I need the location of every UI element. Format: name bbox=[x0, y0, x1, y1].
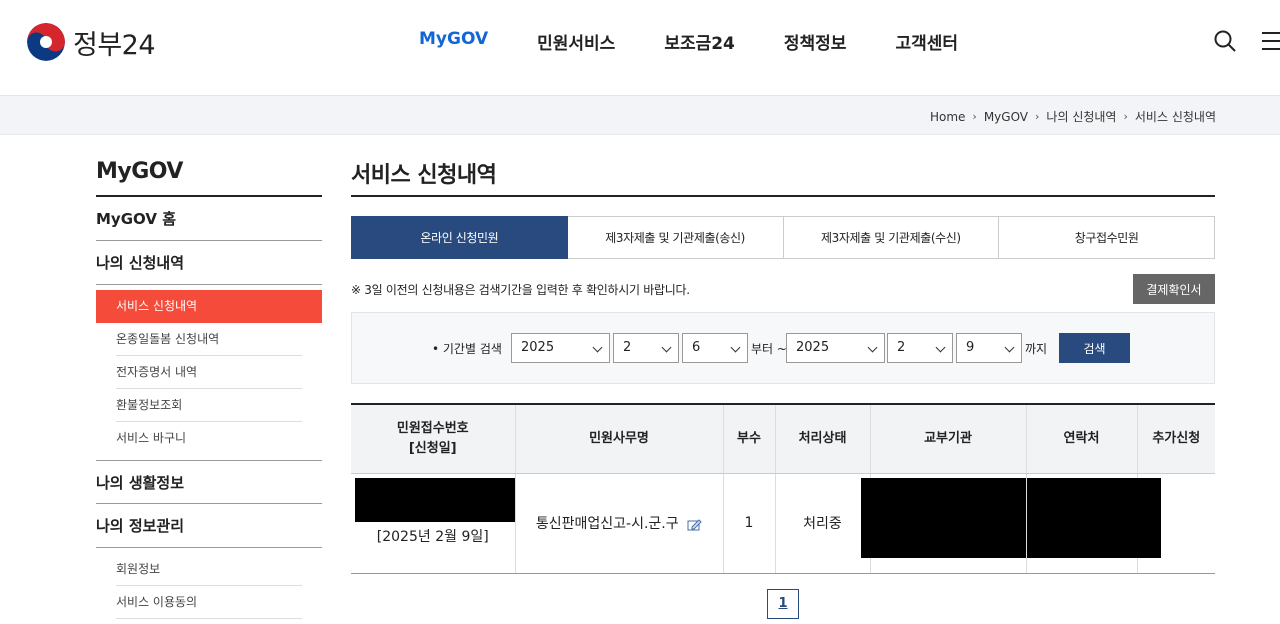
page-title: 서비스 신청내역 bbox=[351, 135, 1215, 197]
tab-counter-applications[interactable]: 창구접수민원 bbox=[999, 216, 1215, 259]
sidebar-submenu-applications: 서비스 신청내역 온종일돌봄 신청내역 전자증명서 내역 환불정보조회 서비스 … bbox=[96, 285, 322, 460]
breadcrumb-band: Home › MyGOV › 나의 신청내역 › 서비스 신청내역 bbox=[0, 96, 1280, 135]
redacted-block bbox=[355, 477, 515, 522]
sidebar-item-service-basket[interactable]: 서비스 바구니 bbox=[96, 422, 322, 455]
sidebar-submenu-info: 회원정보 서비스 이용동의 bbox=[96, 548, 322, 624]
redacted-block bbox=[860, 477, 1026, 558]
from-suffix: 부터 ~ bbox=[751, 342, 787, 356]
main-content: 서비스 신청내역 온라인 신청민원 제3자제출 및 기관제출(송신) 제3자제출… bbox=[351, 135, 1215, 574]
nav-subsidy24[interactable]: 보조금24 bbox=[664, 29, 735, 54]
cell-contact bbox=[1026, 473, 1161, 574]
col-header-status: 처리상태 bbox=[775, 404, 871, 474]
col-header-contact: 연락처 bbox=[1026, 404, 1138, 474]
sidebar: MyGOV MyGOV 홈 나의 신청내역 서비스 신청내역 온종일돌봄 신청내… bbox=[96, 135, 322, 624]
sidebar-item-e-certificates[interactable]: 전자증명서 내역 bbox=[96, 356, 322, 389]
sidebar-item-refund-info[interactable]: 환불정보조회 bbox=[96, 389, 322, 422]
to-day-select[interactable]: 9 bbox=[956, 333, 1022, 363]
search-button[interactable]: 검색 bbox=[1059, 333, 1130, 363]
global-nav: MyGOV 민원서비스 보조금24 정책정보 고객센터 bbox=[419, 29, 1007, 54]
chevron-right-icon: › bbox=[1123, 110, 1128, 123]
sidebar-item-member-info[interactable]: 회원정보 bbox=[96, 553, 322, 586]
from-day-select[interactable]: 6 bbox=[682, 333, 748, 363]
nav-customer-center[interactable]: 고객센터 bbox=[895, 29, 958, 54]
notice-row: ※ 3일 이전의 신청내용은 검색기간을 입력한 후 확인하시기 바랍니다. 결… bbox=[351, 259, 1215, 309]
sidebar-item-label: 서비스 이용동의 bbox=[116, 586, 302, 619]
breadcrumb-my-applications[interactable]: 나의 신청내역 bbox=[1046, 108, 1116, 125]
cell-additional bbox=[1137, 473, 1215, 574]
nav-civil-service[interactable]: 민원서비스 bbox=[537, 29, 615, 54]
cell-application-date: [2025년 2월 9일] bbox=[376, 528, 489, 545]
sidebar-item-label: 서비스 신청내역 bbox=[116, 299, 198, 313]
tab-third-party-received[interactable]: 제3자제출 및 기관제출(수신) bbox=[783, 216, 1000, 259]
tab-online-applications[interactable]: 온라인 신청민원 bbox=[351, 216, 568, 259]
col-header-service-name: 민원사무명 bbox=[515, 404, 724, 474]
cell-copies: 1 bbox=[723, 473, 776, 574]
sidebar-item-label: 환불정보조회 bbox=[116, 389, 302, 422]
nav-mygov[interactable]: MyGOV bbox=[419, 29, 488, 54]
taegeuk-logo-icon bbox=[27, 23, 65, 61]
sidebar-item-label: 전자증명서 내역 bbox=[116, 356, 302, 389]
sidebar-item-life-info[interactable]: 나의 생활정보 bbox=[96, 460, 322, 504]
chevron-right-icon: › bbox=[1035, 110, 1040, 123]
breadcrumb: Home › MyGOV › 나의 신청내역 › 서비스 신청내역 bbox=[930, 108, 1216, 125]
col-header-additional: 추가신청 bbox=[1137, 404, 1215, 474]
col-header-copies: 부수 bbox=[723, 404, 776, 474]
sidebar-item-service-applications[interactable]: 서비스 신청내역 bbox=[96, 290, 322, 323]
service-name-link[interactable]: 통신판매업신고-시.군.구 bbox=[536, 516, 679, 532]
sidebar-item-info-management[interactable]: 나의 정보관리 bbox=[96, 504, 322, 548]
hamburger-menu-icon[interactable] bbox=[1260, 31, 1280, 51]
sidebar-title: MyGOV bbox=[96, 135, 322, 197]
sidebar-item-label: 회원정보 bbox=[116, 553, 302, 586]
header-line: [신청일] bbox=[408, 440, 457, 456]
search-icon[interactable] bbox=[1213, 29, 1237, 53]
sidebar-item-allday-care[interactable]: 온종일돌봄 신청내역 bbox=[96, 323, 322, 356]
sidebar-item-label: 온종일돌봄 신청내역 bbox=[116, 323, 302, 356]
logo[interactable]: 정부24 bbox=[27, 22, 156, 62]
from-month-select[interactable]: 2 bbox=[613, 333, 679, 363]
sidebar-item-label: 서비스 바구니 bbox=[116, 431, 187, 445]
sidebar-item-my-applications[interactable]: 나의 신청내역 bbox=[96, 241, 322, 285]
edit-note-icon[interactable] bbox=[687, 518, 702, 531]
period-search-label: • 기간별 검색 bbox=[432, 342, 502, 356]
pagination-page-1[interactable]: 1 bbox=[767, 589, 799, 619]
cell-service-name[interactable]: 통신판매업신고-시.군.구 bbox=[515, 473, 724, 574]
to-month-select[interactable]: 2 bbox=[887, 333, 953, 363]
breadcrumb-mygov[interactable]: MyGOV bbox=[984, 110, 1028, 124]
applications-table: 민원접수번호 [신청일] 민원사무명 부수 처리상태 교부기관 연락처 추가신청 … bbox=[351, 403, 1215, 574]
payment-confirmation-button[interactable]: 결제확인서 bbox=[1133, 274, 1215, 304]
breadcrumb-home[interactable]: Home bbox=[930, 110, 965, 124]
col-header-issuing-agency: 교부기관 bbox=[870, 404, 1027, 474]
cell-issuing-agency bbox=[860, 473, 1027, 574]
cell-status: 처리중 bbox=[775, 473, 871, 574]
logo-text: 정부24 bbox=[73, 29, 156, 61]
cell-receipt-no: [2025년 2월 9일] bbox=[351, 473, 516, 574]
table-row: [2025년 2월 9일] 통신판매업신고-시.군.구 1 처리중 bbox=[351, 473, 1215, 574]
breadcrumb-current: 서비스 신청내역 bbox=[1134, 110, 1216, 124]
nav-policy-info[interactable]: 정책정보 bbox=[784, 29, 847, 54]
site-header: 정부24 MyGOV 민원서비스 보조금24 정책정보 고객센터 bbox=[0, 0, 1280, 96]
tab-bar: 온라인 신청민원 제3자제출 및 기관제출(송신) 제3자제출 및 기관제출(수… bbox=[351, 216, 1215, 259]
tab-third-party-sent[interactable]: 제3자제출 및 기관제출(송신) bbox=[567, 216, 784, 259]
period-search-box: • 기간별 검색 2025 2 6 부터 ~ 2025 2 9 까지 검색 bbox=[351, 312, 1215, 384]
to-suffix: 까지 bbox=[1025, 342, 1048, 356]
notice-text: ※ 3일 이전의 신청내용은 검색기간을 입력한 후 확인하시기 바랍니다. bbox=[351, 283, 690, 297]
table-header-row: 민원접수번호 [신청일] 민원사무명 부수 처리상태 교부기관 연락처 추가신청 bbox=[351, 404, 1215, 474]
header-line: 민원접수번호 bbox=[396, 420, 469, 436]
chevron-right-icon: › bbox=[972, 110, 977, 123]
sidebar-item-mygov-home[interactable]: MyGOV 홈 bbox=[96, 197, 322, 241]
col-header-receipt-no: 민원접수번호 [신청일] bbox=[351, 404, 516, 474]
sidebar-item-service-consent[interactable]: 서비스 이용동의 bbox=[96, 586, 322, 619]
to-year-select[interactable]: 2025 bbox=[786, 333, 885, 363]
from-year-select[interactable]: 2025 bbox=[511, 333, 610, 363]
